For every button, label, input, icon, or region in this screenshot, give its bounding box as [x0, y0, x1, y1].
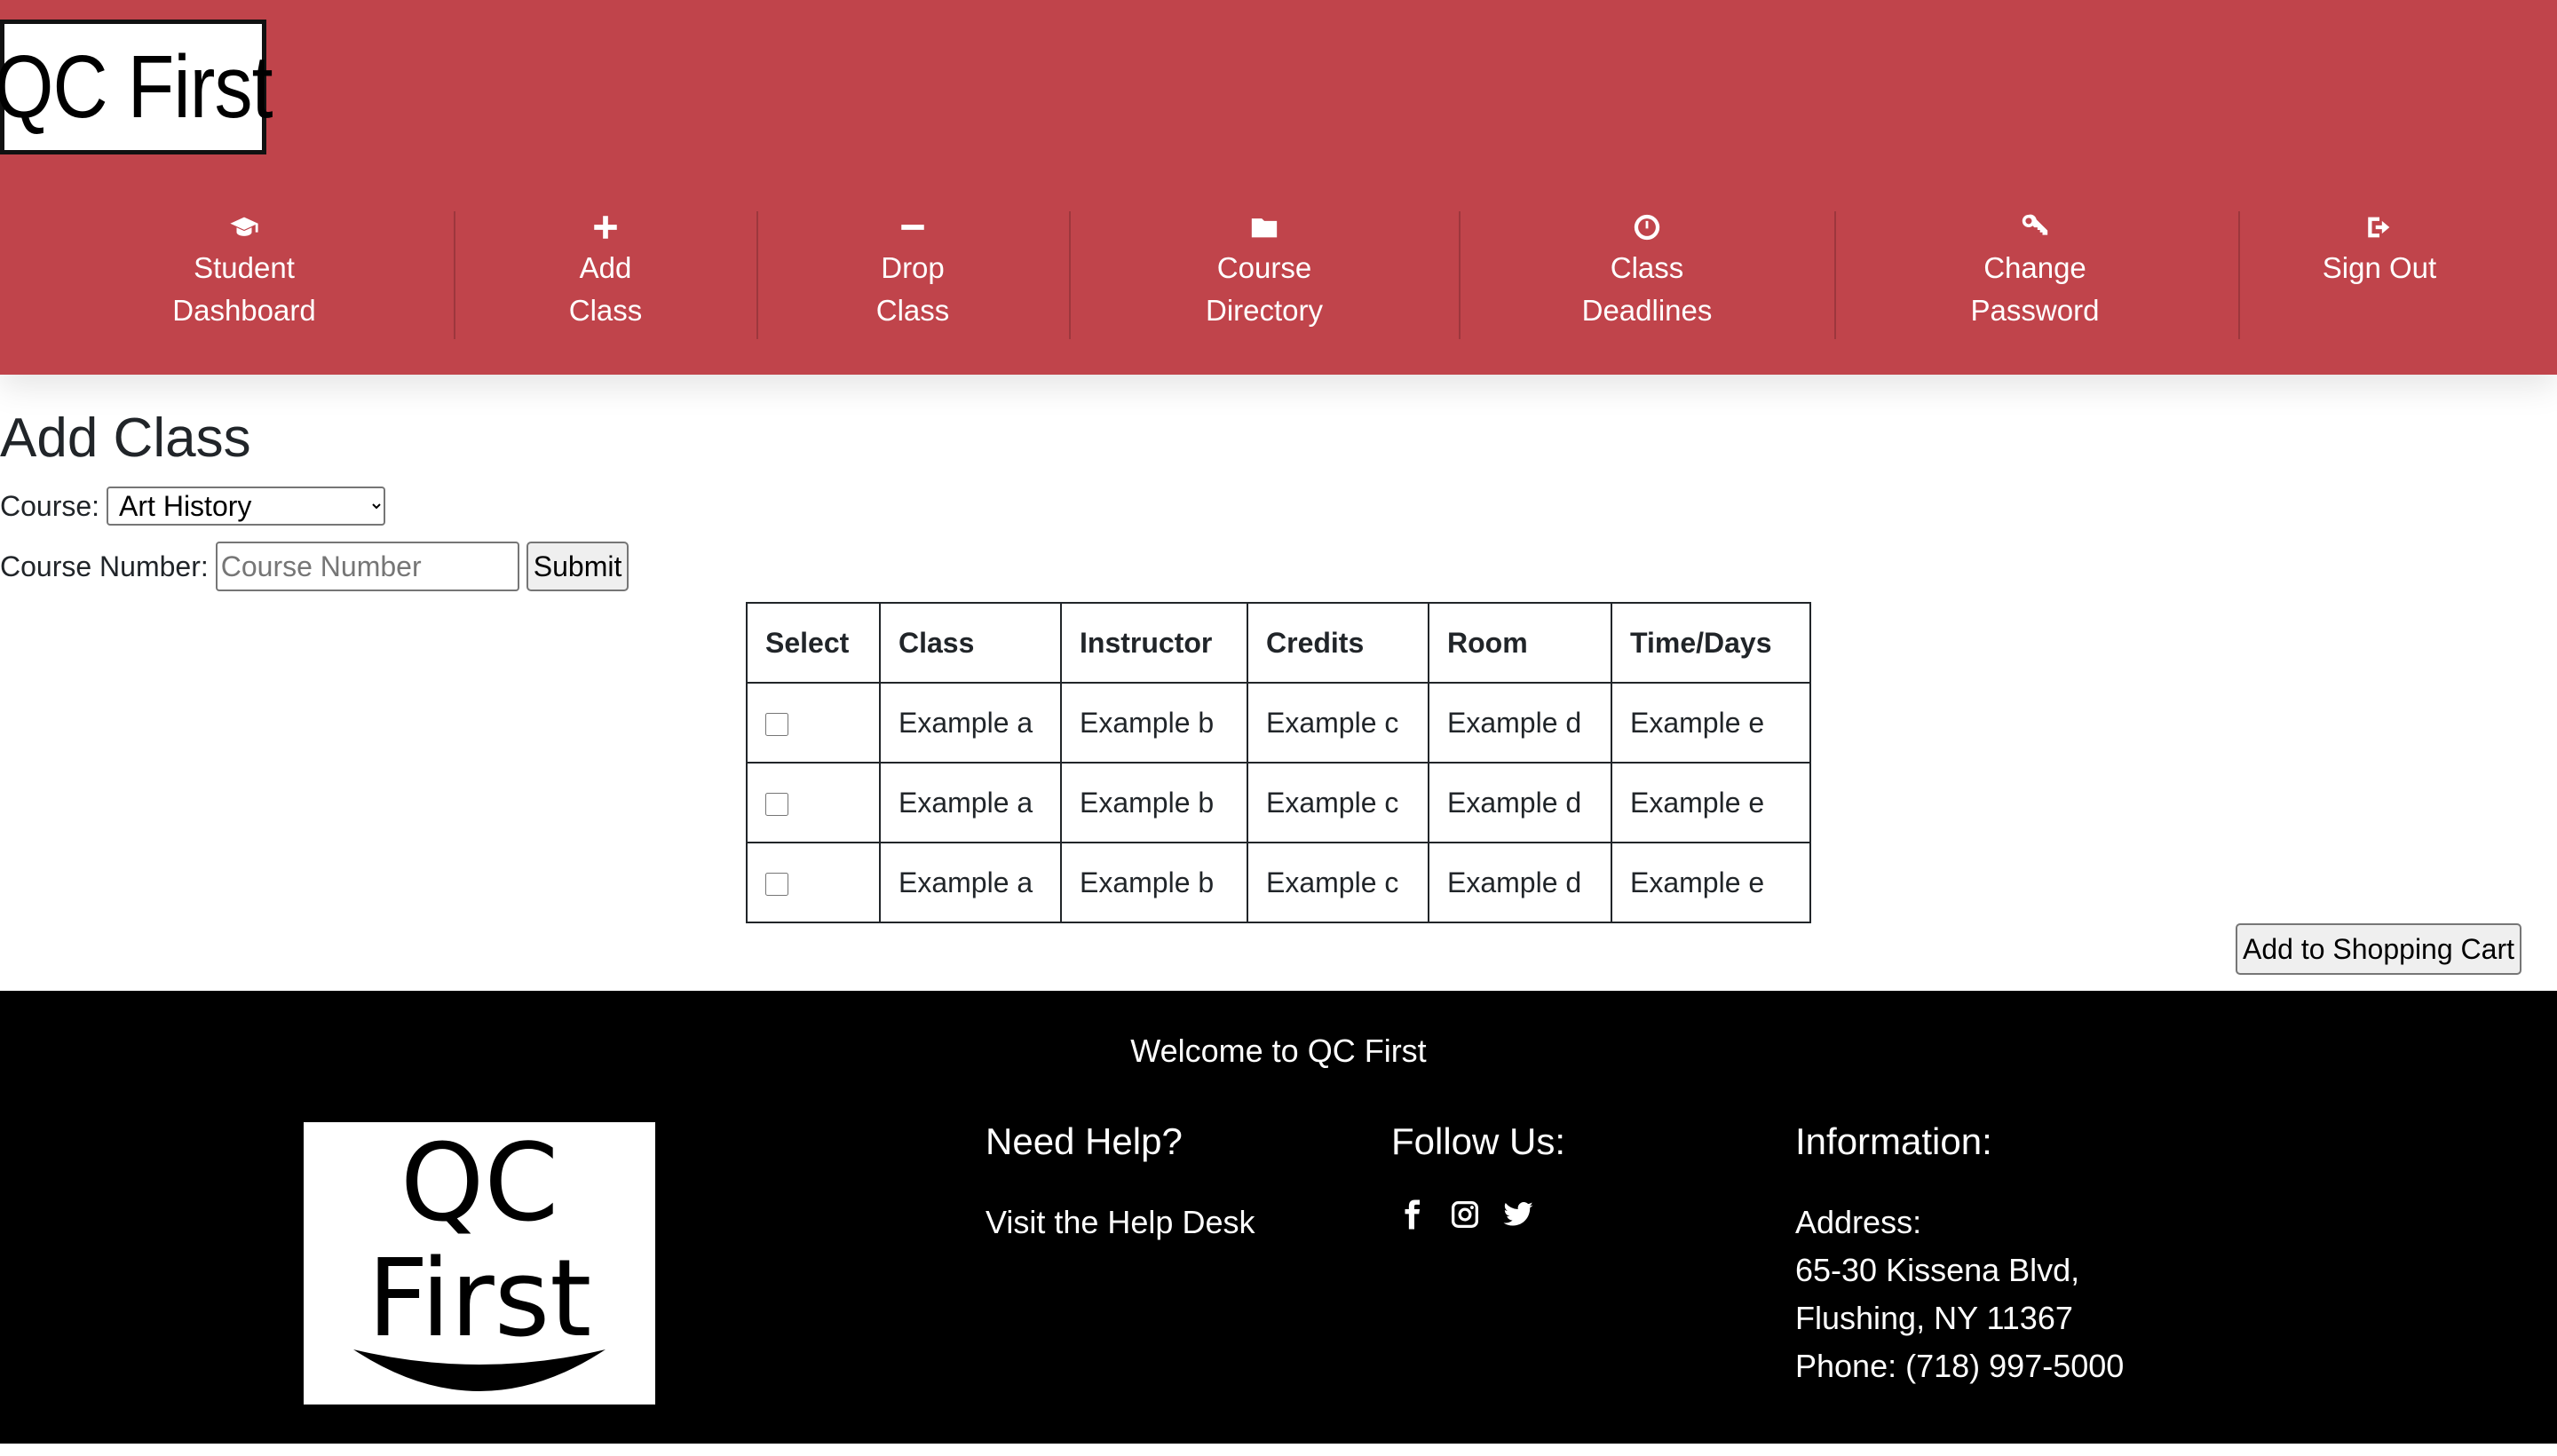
header: QC First Student Dashboard Add Class Dro…	[0, 0, 2557, 375]
plus-icon	[590, 211, 621, 243]
table-cell: Example e	[1611, 682, 1811, 764]
submit-button[interactable]: Submit	[526, 542, 629, 591]
nav-label-text: Sign Out	[2322, 251, 2437, 284]
logo-text: QC First	[0, 37, 273, 137]
table-cell: Example d	[1428, 842, 1612, 923]
facebook-icon[interactable]	[1396, 1199, 1428, 1235]
column-header: Credits	[1247, 602, 1429, 684]
address-line-1: 65-30 Kissena Blvd,	[1795, 1252, 2080, 1288]
select-cell	[746, 682, 881, 764]
table-cell: Example e	[1611, 762, 1811, 843]
table-cell: Example b	[1060, 762, 1248, 843]
address-label: Address:	[1795, 1204, 1922, 1240]
table-cell: Example b	[1060, 842, 1248, 923]
nav-sign-out[interactable]: Sign Out	[2317, 211, 2442, 341]
page-title: Add Class	[0, 408, 251, 469]
table-cell: Example c	[1247, 842, 1429, 923]
footer-welcome: Welcome to QC First	[1130, 1033, 1427, 1069]
nav-label: Sign Out	[2317, 247, 2442, 289]
nav-divider	[756, 211, 758, 339]
course-number-row: Course Number: Submit	[0, 542, 629, 591]
nav-drop-class[interactable]: Drop Class	[851, 211, 975, 341]
graduation-cap-icon	[229, 211, 259, 243]
add-to-cart-button[interactable]: Add to Shopping Cart	[2236, 923, 2521, 975]
table-cell: Example d	[1428, 682, 1612, 764]
table-row: Example a Example b Example c Example d …	[746, 682, 1811, 764]
nav-label: Change Password	[1942, 247, 2128, 332]
nav-label: Drop Class	[851, 247, 975, 332]
column-header: Time/Days	[1611, 602, 1811, 684]
nav-label-text: Drop Class	[875, 251, 950, 327]
table-cell: Example c	[1247, 682, 1429, 764]
select-cell	[746, 762, 881, 843]
nav-label-text: Add Class	[568, 251, 643, 327]
course-label: Course:	[0, 489, 100, 522]
nav-label-text: Course Directory	[1205, 251, 1324, 327]
nav-change-password[interactable]: Change Password	[1942, 211, 2128, 341]
table-cell: Example a	[879, 842, 1062, 923]
nav-student-dashboard[interactable]: Student Dashboard	[142, 211, 346, 341]
footer-logo-line-1: QC	[400, 1122, 558, 1246]
help-heading: Need Help?	[986, 1120, 1183, 1162]
nav-label: Class Deadlines	[1563, 247, 1731, 332]
column-header: Select	[746, 602, 881, 684]
table-row: Example a Example b Example c Example d …	[746, 762, 1811, 843]
main-nav: Student Dashboard Add Class Drop Class C…	[0, 211, 2557, 341]
nav-label: Student Dashboard	[142, 247, 346, 332]
phone-number: Phone: (718) 997-5000	[1795, 1348, 2125, 1384]
info-heading: Information:	[1795, 1120, 1992, 1162]
course-select[interactable]: Art History	[107, 487, 386, 526]
nav-label-text: Class Deadlines	[1581, 251, 1713, 327]
footer-logo-line-2: First	[368, 1238, 592, 1361]
class-table: Select Class Instructor Credits Room Tim…	[746, 602, 1811, 923]
column-header: Instructor	[1060, 602, 1248, 684]
table-row: Example a Example b Example c Example d …	[746, 842, 1811, 923]
table-cell: Example a	[879, 682, 1062, 764]
site-logo[interactable]: QC First	[0, 20, 273, 154]
nav-divider	[1834, 211, 1836, 339]
row-select-checkbox[interactable]	[765, 713, 788, 737]
clock-icon	[1632, 211, 1662, 243]
table-cell: Example b	[1060, 682, 1248, 764]
instagram-icon[interactable]	[1449, 1199, 1481, 1235]
footer: Welcome to QC First QC First Need Help? …	[0, 991, 2557, 1444]
nav-divider	[1459, 211, 1461, 339]
follow-heading: Follow Us:	[1391, 1120, 1566, 1162]
table-cell: Example a	[879, 762, 1062, 843]
table-cell: Example e	[1611, 842, 1811, 923]
nav-divider	[2238, 211, 2240, 339]
table-header-row: Select Class Instructor Credits Room Tim…	[746, 602, 1811, 684]
nav-divider	[1069, 211, 1071, 339]
social-links	[1396, 1199, 1534, 1235]
nav-class-deadlines[interactable]: Class Deadlines	[1563, 211, 1731, 341]
row-select-checkbox[interactable]	[765, 793, 788, 817]
twitter-icon[interactable]	[1502, 1199, 1534, 1235]
nav-add-class[interactable]: Add Class	[543, 211, 668, 341]
nav-label-text: Change Password	[1970, 251, 2100, 327]
column-header: Class	[879, 602, 1062, 684]
course-number-label: Course Number:	[0, 550, 209, 582]
footer-logo-graphic: QC First	[353, 1122, 606, 1391]
column-header: Room	[1428, 602, 1612, 684]
sign-out-icon	[2364, 211, 2395, 243]
select-cell	[746, 842, 881, 923]
row-select-checkbox[interactable]	[765, 873, 788, 897]
nav-label: Add Class	[543, 247, 668, 332]
nav-label-text: Student Dashboard	[172, 251, 316, 327]
nav-label: Course Directory	[1184, 247, 1344, 332]
minus-icon	[898, 211, 928, 243]
course-row: Course: Art History	[0, 487, 386, 526]
address-line-2: Flushing, NY 11367	[1795, 1300, 2073, 1336]
folder-icon	[1249, 211, 1279, 243]
footer-logo[interactable]: QC First	[304, 1122, 655, 1405]
key-icon	[2020, 211, 2050, 243]
course-number-input[interactable]	[215, 542, 519, 591]
table-cell: Example d	[1428, 762, 1612, 843]
nav-divider	[454, 211, 455, 339]
table-cell: Example c	[1247, 762, 1429, 843]
nav-course-directory[interactable]: Course Directory	[1184, 211, 1344, 341]
help-desk-link[interactable]: Visit the Help Desk	[986, 1199, 1255, 1246]
